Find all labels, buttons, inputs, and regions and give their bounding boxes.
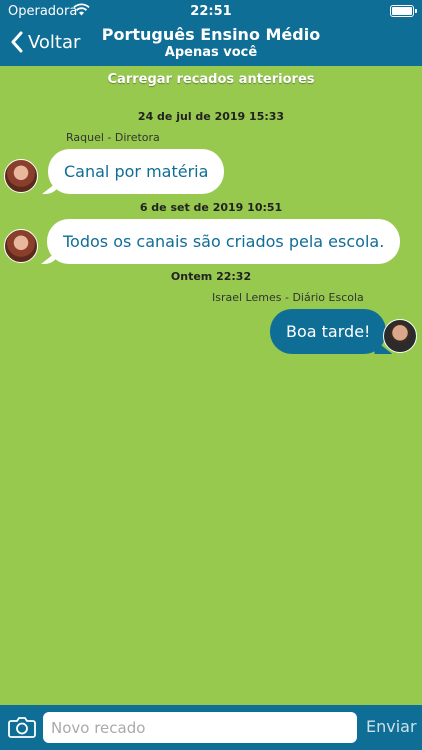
status-bar: Operadora 22:51 [0,0,422,22]
page-subtitle: Apenas você [164,45,258,60]
message-sender: Israel Lemes - Diário Escola [212,291,364,304]
message-bubble[interactable]: Todos os canais são criados pela escola. [47,219,401,264]
send-button[interactable]: Enviar [366,717,417,736]
message-sender: Raquel - Diretora [66,131,160,144]
avatar[interactable] [4,159,38,193]
avatar[interactable] [4,229,38,263]
load-older-button[interactable]: Carregar recados anteriores [0,72,422,87]
message-timestamp: 24 de jul de 2019 15:33 [137,110,285,123]
message-timestamp: Ontem 22:32 [170,270,252,283]
nav-bar: Voltar Português Ensino Médio Apenas voc… [0,22,422,66]
clock: 22:51 [190,4,232,19]
battery-icon [390,5,417,17]
page-title: Português Ensino Médio [101,25,321,44]
avatar[interactable] [383,319,417,353]
message-timestamp: 6 de set de 2019 10:51 [139,201,283,214]
camera-icon[interactable] [8,716,36,738]
message-input[interactable] [43,712,357,743]
composer-bar: Enviar [0,705,422,750]
nav-titles: Português Ensino Médio Apenas você [0,25,422,60]
message-bubble[interactable]: Canal por matéria [48,149,225,194]
message-bubble[interactable]: Boa tarde! [270,309,387,354]
